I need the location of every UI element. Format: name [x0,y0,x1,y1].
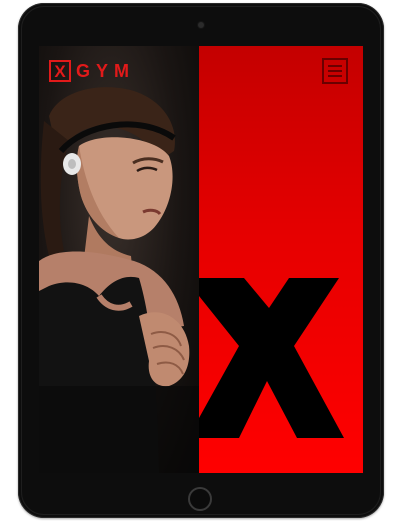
home-button[interactable] [188,487,212,511]
logo-wordmark: GYM [76,60,136,81]
hamburger-menu-icon-line [328,70,342,72]
brand-logo[interactable]: X GYM [49,58,135,84]
hero-big-x-letter [199,278,344,438]
hamburger-menu-button[interactable] [322,58,348,84]
tablet-device-frame: X GYM [18,3,384,518]
front-camera [198,22,204,28]
logo-x-box: X [49,60,71,82]
hamburger-menu-icon [328,65,342,67]
hamburger-menu-icon-line [328,75,342,77]
app-screen: X GYM [39,46,363,473]
logo-box-letter: X [54,61,66,81]
